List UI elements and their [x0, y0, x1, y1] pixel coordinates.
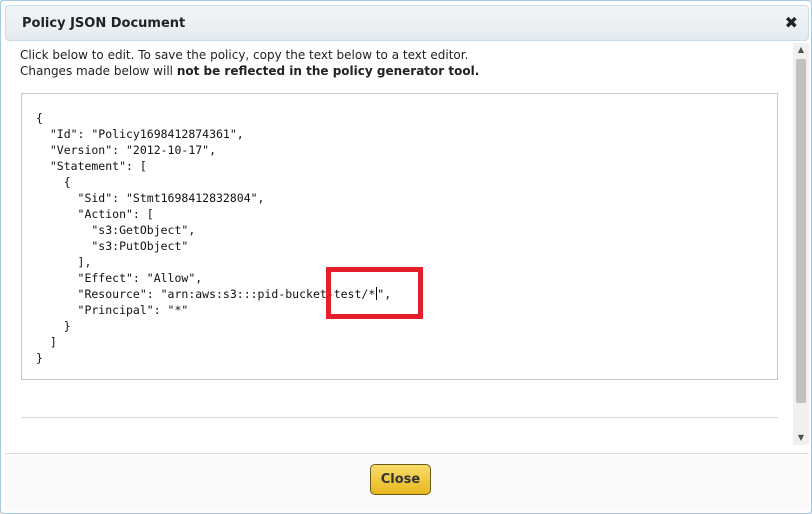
code-line: "Id": "Policy1698412874361",: [36, 126, 391, 142]
content-divider: [21, 417, 778, 418]
code-line-text: "Principal": "*": [36, 303, 189, 317]
code-line: "Principal": "*": [36, 302, 391, 318]
code-line: {: [36, 110, 391, 126]
close-icon[interactable]: ✖: [785, 14, 798, 32]
policy-json-dialog: Policy JSON Document ✖ Click below to ed…: [0, 0, 812, 514]
code-line-text: "Statement": [: [36, 159, 147, 173]
scroll-thumb[interactable]: [796, 59, 806, 403]
intro-text: Click below to edit. To save the policy,…: [20, 47, 479, 79]
code-line-text: "Action": [: [36, 207, 154, 221]
code-line-text: "Effect": "Allow",: [36, 271, 203, 285]
code-line: "Version": "2012-10-17",: [36, 142, 391, 158]
code-line-text: ]: [36, 335, 57, 349]
code-line-text: "Id": "Policy1698412874361",: [36, 127, 244, 141]
code-line: "Effect": "Allow",: [36, 270, 391, 286]
close-button[interactable]: Close: [370, 464, 431, 495]
dialog-titlebar[interactable]: Policy JSON Document ✖: [5, 5, 809, 41]
intro-line-2: Changes made below will not be reflected…: [20, 63, 479, 79]
code-line-text: {: [36, 175, 71, 189]
code-line-text: "Version": "2012-10-17",: [36, 143, 217, 157]
intro-line-2-prefix: Changes made below will: [20, 64, 177, 78]
code-line: "Statement": [: [36, 158, 391, 174]
scroll-down-arrow-icon[interactable]: ▼: [793, 431, 809, 445]
code-line: }: [36, 350, 391, 366]
code-line: "Action": [: [36, 206, 391, 222]
code-line: {: [36, 174, 391, 190]
content-scrollbar[interactable]: ▲ ▼: [793, 43, 809, 445]
code-line-text: "s3:GetObject",: [36, 223, 196, 237]
dialog-title: Policy JSON Document: [22, 16, 186, 31]
intro-line-1: Click below to edit. To save the policy,…: [20, 48, 469, 62]
code-line: "s3:GetObject",: [36, 222, 391, 238]
intro-line-2-bold: not be reflected in the policy generator…: [176, 64, 480, 78]
code-line-text: "Resource": "arn:aws:s3:::pid-bucket-tes…: [36, 287, 376, 301]
code-line-text: "s3:PutObject": [36, 239, 189, 253]
code-line: }: [36, 318, 391, 334]
code-line: ],: [36, 254, 391, 270]
code-line: ]: [36, 334, 391, 350]
code-line: "s3:PutObject": [36, 238, 391, 254]
code-line: "Sid": "Stmt1698412832804",: [36, 190, 391, 206]
policy-json-editor[interactable]: { "Id": "Policy1698412874361", "Version"…: [21, 93, 778, 380]
code-line-suffix: ",: [377, 287, 392, 301]
code-line-text: ],: [36, 255, 92, 269]
dialog-content: Click below to edit. To save the policy,…: [5, 43, 793, 445]
code-line-text: }: [36, 351, 43, 365]
code-line-text: }: [36, 319, 71, 333]
code-line: "Resource": "arn:aws:s3:::pid-bucket-tes…: [36, 286, 391, 302]
policy-json-text[interactable]: { "Id": "Policy1698412874361", "Version"…: [36, 110, 391, 366]
code-line-text: {: [36, 111, 43, 125]
scroll-up-arrow-icon[interactable]: ▲: [793, 43, 809, 57]
code-line-text: "Sid": "Stmt1698412832804",: [36, 191, 265, 205]
dialog-footer: Close: [5, 453, 809, 511]
